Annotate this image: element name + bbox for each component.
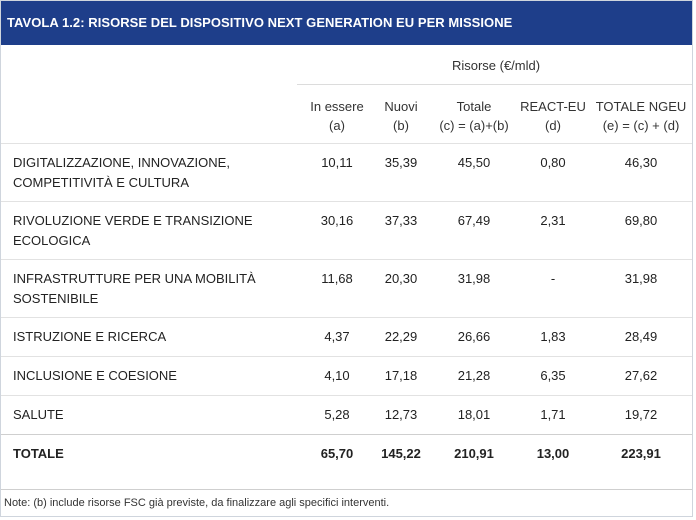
table-cell: 67,49 (457, 213, 491, 228)
column-header-formula: (c) = (a)+(b) (439, 118, 509, 133)
table-cell: 31,98 (457, 271, 491, 286)
row-label-line: SOSTENIBILE (13, 291, 99, 306)
column-header-totale: Totale (c) = (a)+(b) (431, 97, 517, 135)
total-cell: 13,00 (536, 446, 570, 461)
row-divider (1, 317, 692, 318)
table-cell: 4,37 (324, 329, 350, 344)
row-label-line: ECOLOGICA (13, 233, 91, 248)
table-cell: 18,01 (457, 407, 491, 422)
row-label: INFRASTRUTTURE PER UNA MOBILITÀ SOSTENIB… (13, 269, 293, 309)
table-cell: 1,83 (540, 329, 566, 344)
table-cell: 27,62 (624, 368, 658, 383)
row-divider (1, 395, 692, 396)
column-header-label: In essere (310, 99, 364, 114)
column-header-formula: (a) (329, 118, 345, 133)
row-label-line: SALUTE (13, 407, 64, 422)
table-cell: 45,50 (457, 155, 491, 170)
row-label-line: COMPETITIVITÀ E CULTURA (13, 175, 189, 190)
table-cell: 28,49 (624, 329, 658, 344)
column-header-totale-ngeu: TOTALE NGEU (e) = (c) + (d) (593, 97, 689, 135)
column-header-formula: (b) (393, 118, 409, 133)
total-row-label: TOTALE (13, 446, 64, 461)
row-divider (1, 259, 692, 260)
table-container: TAVOLA 1.2: RISORSE DEL DISPOSITIVO NEXT… (0, 0, 693, 517)
table-cell: 17,18 (384, 368, 418, 383)
row-label-line: RIVOLUZIONE VERDE E TRANSIZIONE (13, 213, 253, 228)
row-label: SALUTE (13, 405, 293, 425)
total-cell: 223,91 (621, 446, 661, 461)
resources-group-header: Risorse (€/mld) (451, 58, 541, 73)
table-cell: - (550, 271, 556, 286)
row-label-line: ISTRUZIONE E RICERCA (13, 329, 167, 344)
row-label-line: INCLUSIONE E COESIONE (13, 368, 177, 383)
row-divider (1, 201, 692, 202)
row-label: DIGITALIZZAZIONE, INNOVAZIONE, COMPETITI… (13, 153, 293, 193)
column-header-label: Nuovi (384, 99, 418, 114)
table-cell: 69,80 (624, 213, 658, 228)
table-cell: 4,10 (324, 368, 350, 383)
row-label-line: DIGITALIZZAZIONE, INNOVAZIONE, (13, 155, 230, 170)
row-divider (1, 143, 692, 144)
row-label: ISTRUZIONE E RICERCA (13, 327, 293, 347)
table-cell: 30,16 (320, 213, 354, 228)
column-header-in-essere: In essere (a) (301, 97, 373, 135)
table-cell: 37,33 (384, 213, 418, 228)
table-cell: 21,28 (457, 368, 491, 383)
header-divider (297, 84, 692, 85)
table-title: TAVOLA 1.2: RISORSE DEL DISPOSITIVO NEXT… (1, 1, 692, 45)
column-header-nuovi: Nuovi (b) (373, 97, 429, 135)
column-header-react-eu: REACT-EU (d) (519, 97, 587, 135)
table-cell: 1,71 (540, 407, 566, 422)
table-cell: 46,30 (624, 155, 658, 170)
table-cell: 5,28 (324, 407, 350, 422)
column-header-label: REACT-EU (520, 99, 586, 114)
row-divider (1, 356, 692, 357)
table-cell: 31,98 (624, 271, 658, 286)
column-header-label: TOTALE NGEU (595, 99, 687, 114)
table-cell: 35,39 (384, 155, 418, 170)
table-cell: 26,66 (457, 329, 491, 344)
row-label: RIVOLUZIONE VERDE E TRANSIZIONE ECOLOGIC… (13, 211, 293, 251)
table-cell: 10,11 (321, 155, 353, 170)
row-label: INCLUSIONE E COESIONE (13, 366, 293, 386)
column-header-label: Totale (456, 99, 492, 114)
table-cell: 6,35 (540, 368, 566, 383)
table-cell: 12,73 (384, 407, 418, 422)
total-cell: 65,70 (320, 446, 354, 461)
table-cell: 20,30 (384, 271, 418, 286)
table-note: Note: (b) include risorse FSC già previs… (4, 497, 390, 509)
total-cell: 210,91 (454, 446, 494, 461)
table-cell: 22,29 (384, 329, 418, 344)
table-cell: 19,72 (624, 407, 658, 422)
note-divider (1, 489, 692, 490)
total-cell: 145,22 (381, 446, 421, 461)
table-cell: 0,80 (540, 155, 566, 170)
row-divider (1, 434, 692, 435)
column-header-formula: (e) = (c) + (d) (602, 118, 680, 133)
table-cell: 2,31 (540, 213, 566, 228)
table-cell: 11,68 (321, 271, 353, 286)
column-header-formula: (d) (545, 118, 561, 133)
row-label-line: INFRASTRUTTURE PER UNA MOBILITÀ (13, 271, 256, 286)
